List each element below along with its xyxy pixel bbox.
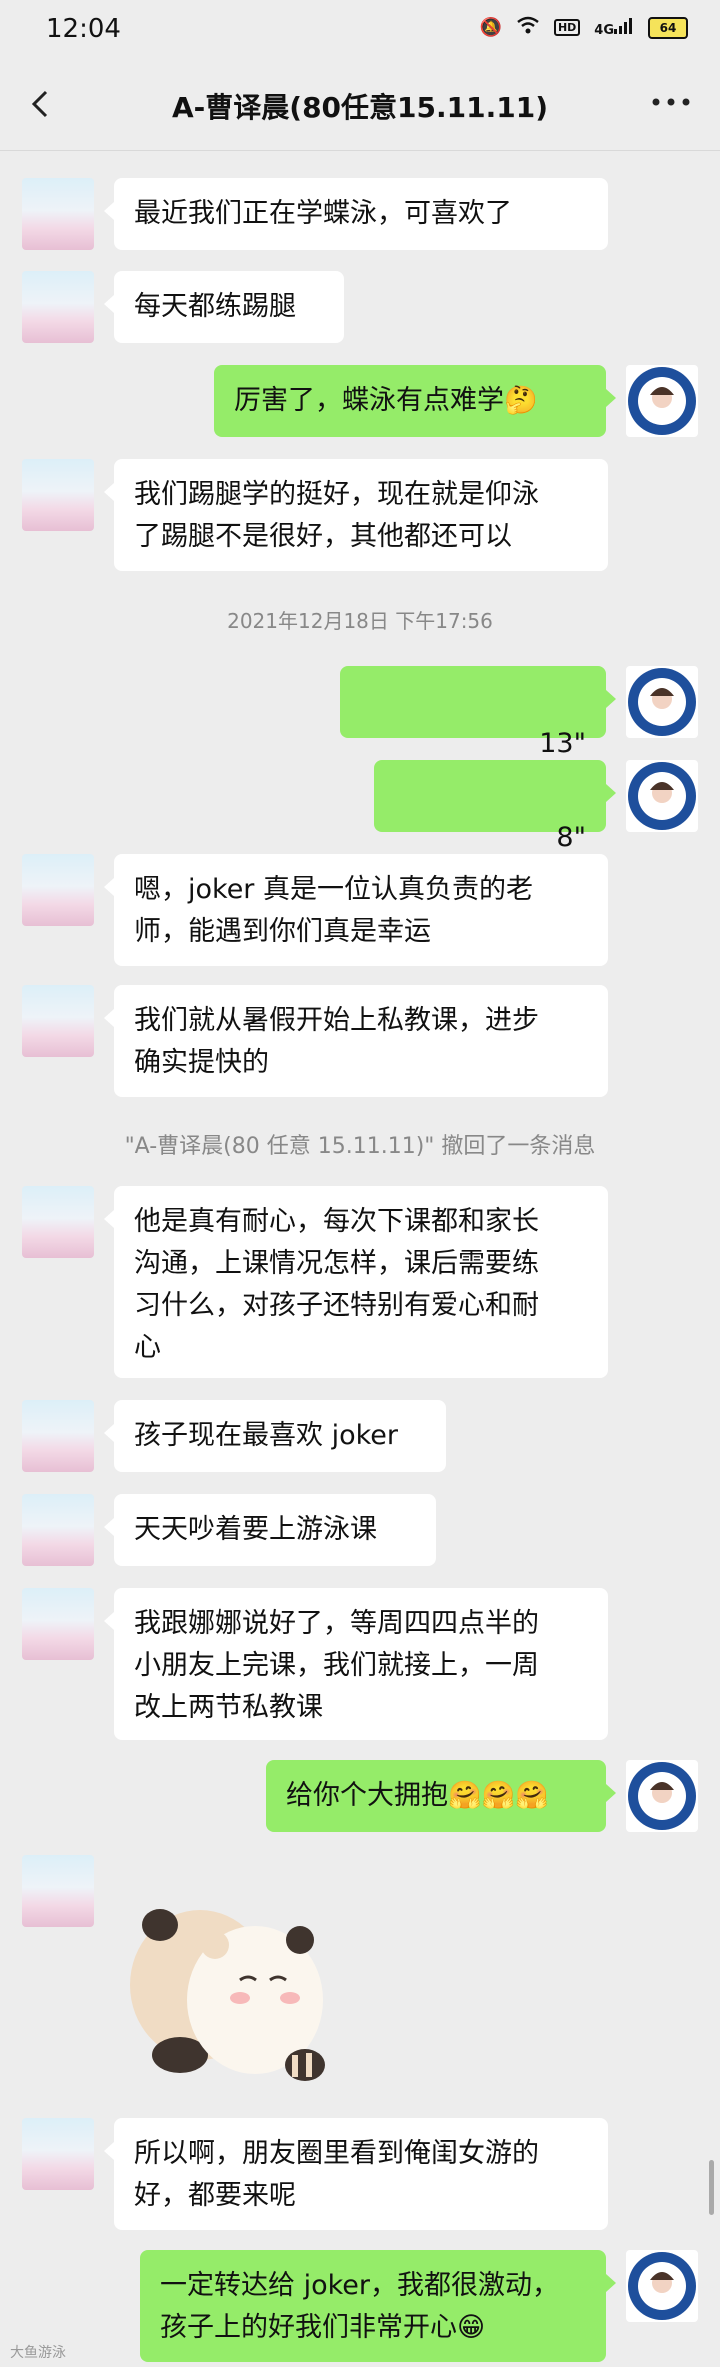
friend-avatar[interactable] — [22, 271, 94, 343]
mute-icon: 🔕 — [479, 17, 502, 38]
friend-avatar[interactable] — [22, 854, 94, 926]
panda-hug-sticker-icon — [130, 1909, 325, 2081]
voice-message[interactable]: 13" — [340, 666, 616, 798]
status-bar: 12:04 🔕 HD 4G 64 — [0, 0, 720, 60]
message-bubble-incoming[interactable]: 他是真有耐心，每次下课都和家长 沟通，上课情况怎样，课后需要练 习什么，对孩子还… — [104, 1186, 608, 1378]
timestamp: 2021年12月18日 下午17:56 — [227, 609, 493, 633]
message-bubble-outgoing[interactable]: 一定转达给 joker，我都很激动， 孩子上的好我们非常开心😁 — [140, 2250, 616, 2362]
panda-hug-sticker[interactable] — [120, 1890, 350, 2090]
self-avatar[interactable] — [626, 1760, 698, 1832]
status-icons: 🔕 HD 4G 64 — [480, 16, 688, 39]
battery-icon: 64 — [648, 16, 688, 39]
more-dots-icon — [652, 98, 690, 106]
message-bubble-incoming[interactable]: 天天吵着要上游泳课 — [104, 1494, 436, 1566]
friend-avatar[interactable] — [22, 1855, 94, 1927]
swim-school-logo-icon — [628, 762, 696, 830]
message-bubble-incoming[interactable]: 我跟娜娜说好了，等周四四点半的 小朋友上完课，我们就接上，一周 改上两节私教课 — [104, 1588, 608, 1740]
message-bubble-incoming[interactable]: 每天都练踢腿 — [104, 271, 344, 343]
message-bubble-outgoing[interactable]: 厉害了，蝶泳有点难学🤔 — [214, 365, 616, 437]
recall-notice: "A-曹译晨(80 任意 15.11.11)" 撤回了一条消息 — [124, 1134, 596, 1159]
voice-duration: 13" — [539, 728, 586, 759]
friend-avatar[interactable] — [22, 2118, 94, 2190]
friend-avatar[interactable] — [22, 178, 94, 250]
message-bubble-outgoing[interactable]: 给你个大拥抱🤗🤗🤗 — [266, 1760, 616, 1832]
watermark: 大鱼游泳 — [10, 2345, 66, 2361]
self-avatar[interactable] — [626, 365, 698, 437]
message-bubble-incoming[interactable]: 嗯，joker 真是一位认真负责的老 师，能遇到你们真是幸运 — [104, 854, 608, 966]
friend-avatar[interactable] — [22, 1494, 94, 1566]
message-bubble-incoming[interactable]: 孩子现在最喜欢 joker — [104, 1400, 446, 1472]
status-time: 12:04 — [46, 14, 121, 44]
self-avatar[interactable] — [626, 666, 698, 738]
signal-icon: 4G — [594, 17, 634, 38]
message-bubble-incoming[interactable]: 我们就从暑假开始上私教课，进步 确实提快的 — [104, 985, 608, 1097]
more-button[interactable] — [646, 82, 696, 122]
friend-avatar[interactable] — [22, 985, 94, 1057]
wifi-icon — [516, 16, 540, 39]
message-bubble-incoming[interactable]: 所以啊，朋友圈里看到俺闺女游的 好，都要来呢 — [104, 2118, 608, 2230]
friend-avatar[interactable] — [22, 459, 94, 531]
friend-avatar[interactable] — [22, 1186, 94, 1258]
friend-avatar[interactable] — [22, 1400, 94, 1472]
hd-icon: HD — [553, 19, 581, 36]
swim-school-logo-icon — [628, 2252, 696, 2320]
voice-duration: 8" — [556, 822, 586, 853]
self-avatar[interactable] — [626, 760, 698, 832]
swim-school-logo-icon — [628, 1762, 696, 1830]
voice-message[interactable]: 8" — [374, 760, 616, 892]
message-bubble-incoming[interactable]: 我们踢腿学的挺好，现在就是仰泳 了踢腿不是很好，其他都还可以 — [104, 459, 608, 571]
friend-avatar[interactable] — [22, 1588, 94, 1660]
scrollbar[interactable] — [709, 2160, 714, 2215]
chat-title: A-曹译晨(80任意15.11.11) — [171, 91, 549, 124]
message-bubble-incoming[interactable]: 最近我们正在学蝶泳，可喜欢了 — [104, 178, 608, 250]
chat-header: A-曹译晨(80任意15.11.11) — [0, 60, 720, 151]
swim-school-logo-icon — [628, 668, 696, 736]
swim-school-logo-icon — [628, 367, 696, 435]
self-avatar[interactable] — [626, 2250, 698, 2322]
